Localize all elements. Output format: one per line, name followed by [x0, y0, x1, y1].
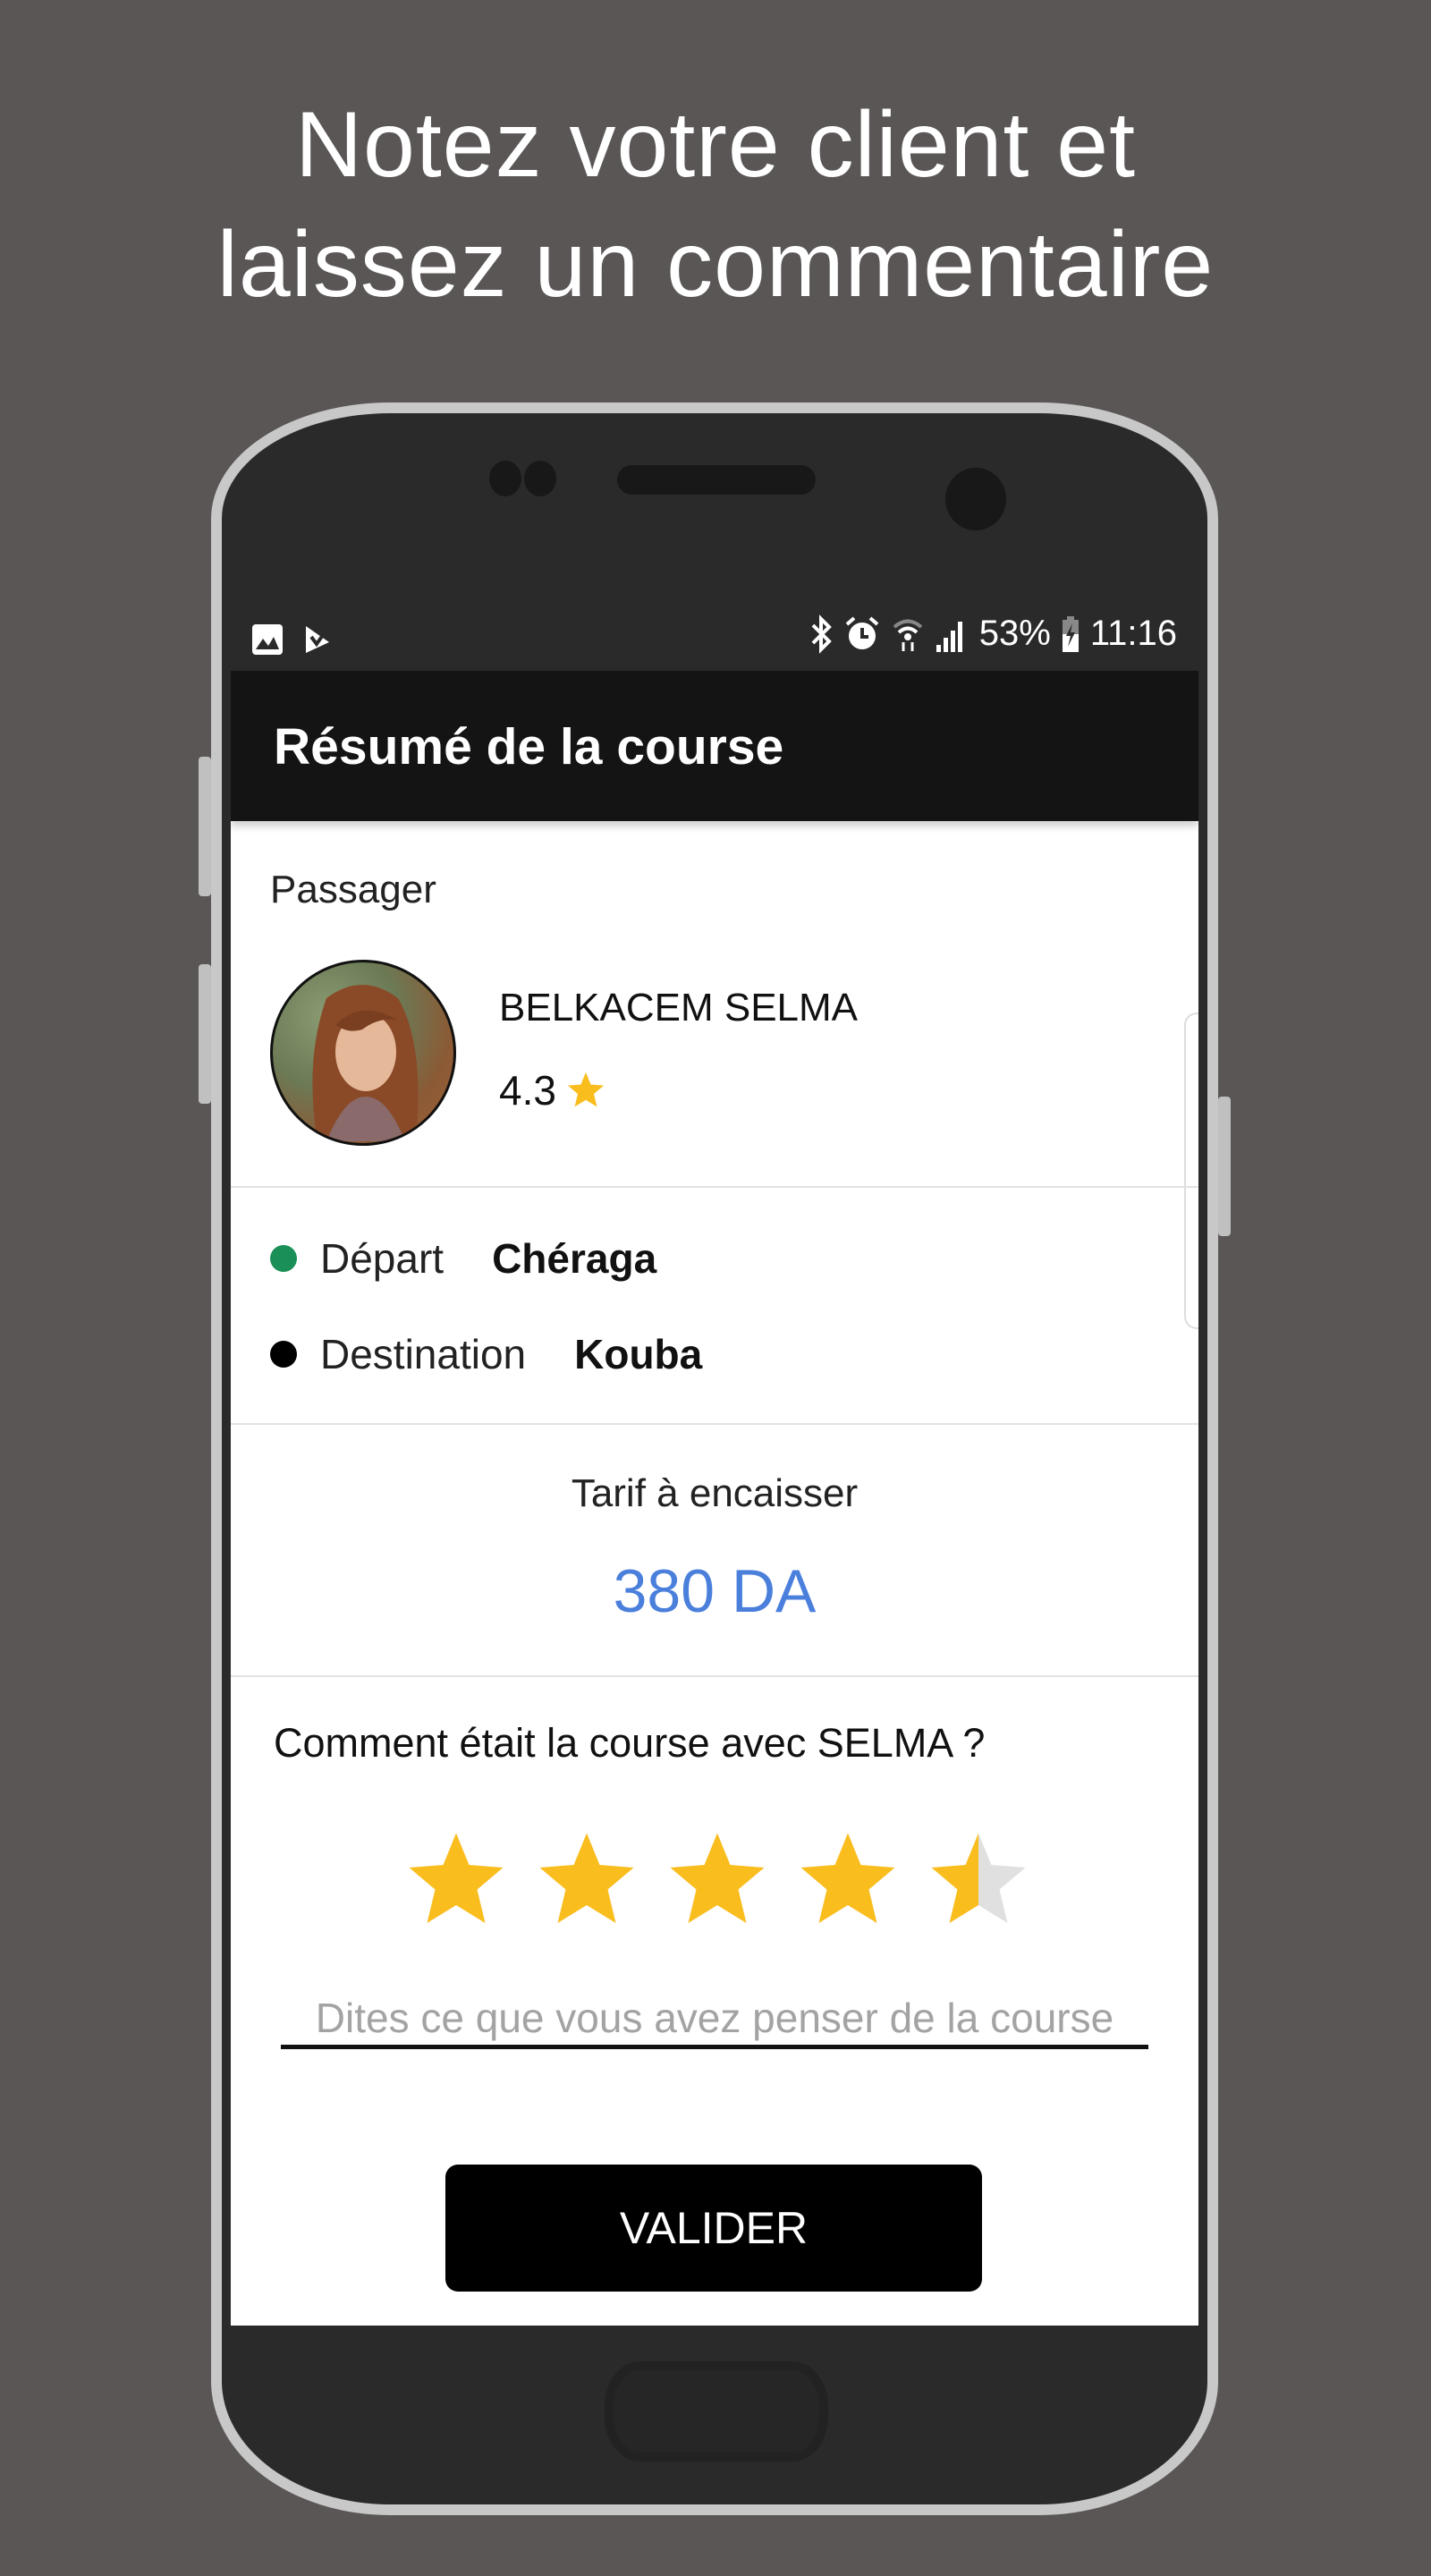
- star-rating-control[interactable]: [402, 1826, 1032, 1934]
- submit-button[interactable]: VALIDER: [445, 2165, 982, 2292]
- alarm-icon: [845, 615, 879, 649]
- rating-star-1-icon[interactable]: [402, 1826, 510, 1934]
- passenger-rating-value: 4.3: [499, 1067, 556, 1114]
- passenger-rating: 4.3: [499, 1066, 606, 1114]
- fare-label: Tarif à encaisser: [571, 1471, 859, 1515]
- headline-line-2: laissez un commentaire: [216, 213, 1215, 317]
- divider: [231, 1186, 1198, 1188]
- earpiece-speaker: [617, 465, 816, 495]
- passenger-name: BELKACEM SELMA: [499, 986, 859, 1030]
- rating-star-4-icon[interactable]: [794, 1826, 902, 1934]
- passenger-avatar[interactable]: [270, 960, 456, 1146]
- headline-line-1: Notez votre client et: [294, 93, 1137, 197]
- volume-up-button: [199, 757, 211, 896]
- volume-down-button: [199, 964, 211, 1104]
- destination-dot-icon: [270, 1341, 297, 1368]
- clock-time: 11:16: [1089, 614, 1177, 653]
- front-camera-icon: [945, 468, 1006, 530]
- page-title: Résumé de la course: [274, 718, 784, 775]
- departure-value: Chéraga: [492, 1235, 657, 1282]
- app-bar: Résumé de la course: [231, 671, 1198, 821]
- destination-row: Destination Kouba: [270, 1330, 702, 1378]
- image-icon: [252, 624, 283, 655]
- destination-label: Destination: [320, 1331, 527, 1377]
- signal-icon: [936, 621, 962, 652]
- rating-star-2-icon[interactable]: [533, 1826, 640, 1934]
- scroll-indicator[interactable]: [1184, 1013, 1198, 1329]
- bluetooth-icon: [811, 614, 832, 654]
- app-screen: 53% 11:16 Résumé de la course Passager B…: [231, 608, 1198, 2326]
- sensor-icon: [489, 461, 521, 496]
- divider: [231, 1675, 1198, 1677]
- fare-value: 380 DA: [613, 1557, 817, 1625]
- rating-star-5-icon[interactable]: [925, 1826, 1032, 1934]
- sensor-icon: [524, 461, 556, 496]
- power-button: [1218, 1097, 1231, 1236]
- star-icon: [567, 1072, 605, 1107]
- comment-input[interactable]: [281, 1991, 1148, 2049]
- check-flag-icon: [306, 624, 331, 653]
- destination-value: Kouba: [574, 1331, 703, 1377]
- rating-question: Comment était la course avec SELMA ?: [274, 1720, 986, 1766]
- battery-percentage: 53%: [978, 614, 1051, 653]
- promo-headline: Notez votre client et laissez un comment…: [0, 85, 1431, 325]
- status-bar: 53% 11:16: [231, 608, 1198, 671]
- departure-label: Départ: [320, 1235, 445, 1282]
- departure-dot-icon: [270, 1245, 297, 1272]
- battery-charging-icon: [1062, 615, 1079, 652]
- avatar-portrait: [312, 985, 419, 1141]
- home-button[interactable]: [605, 2361, 828, 2462]
- rating-star-3-icon[interactable]: [664, 1826, 771, 1934]
- wifi-icon: [893, 619, 923, 651]
- divider: [231, 1423, 1198, 1425]
- passenger-section-label: Passager: [270, 868, 436, 911]
- departure-row: Départ Chéraga: [270, 1234, 656, 1283]
